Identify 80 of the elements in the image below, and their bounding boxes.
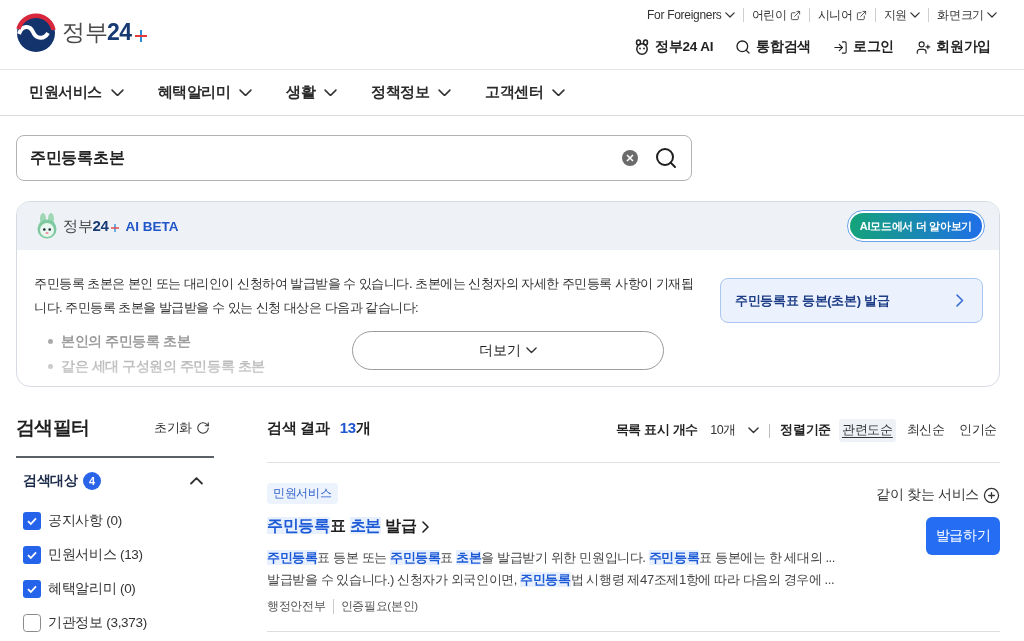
chevron-right-icon [422, 520, 430, 533]
result-description: 주민등록표 등본 또는 주민등록표 초본을 발급받기 위한 민원입니다. 주민등록표 등본에는 한 세대의 ... 발급받을 수 있습니다.) 신청자가 외국인이면, 주민등록법 시행령 제47조제1항에 따라 다음의 경우에 ... [267, 549, 837, 589]
results-count: 13개 [339, 419, 371, 438]
bullet-icon [48, 339, 53, 344]
nav-menu-item[interactable]: 민원서비스 [29, 83, 124, 102]
utility-link[interactable]: 시니어 [808, 8, 875, 22]
result-meta-text: 행정안전부 [267, 599, 327, 614]
checkbox-label[interactable]: 기관정보 (3,373) [48, 614, 147, 632]
ai-mode-button[interactable]: AI모드에서 더 알아보기 [846, 210, 985, 242]
plus-circle-icon [983, 486, 1000, 504]
chevron-down-icon [438, 88, 451, 97]
bullet-icon [48, 364, 53, 369]
issue-button[interactable]: 발급하기 [926, 517, 1000, 555]
plus-icon [110, 224, 119, 232]
logo-text[interactable]: 정부24 [62, 17, 132, 48]
checkbox[interactable] [23, 512, 41, 530]
external-link-icon [855, 9, 867, 21]
header-action-link[interactable]: 통합검색 [735, 38, 812, 56]
utility-link[interactable]: 어린이 [742, 8, 809, 22]
chevron-down-icon [110, 88, 124, 97]
bullet-text: 같은 세대 구성원의 주민등록 초본 [61, 357, 265, 376]
chevron-down-icon [552, 88, 565, 97]
sort-option[interactable]: 최신순 [903, 419, 948, 442]
utility-link[interactable]: 지원 [874, 8, 929, 22]
brand-text: 정부24 [63, 216, 109, 236]
ai-summary-text: 주민등록 초본은 본인 또는 대리인이 신청하여 발급받을 수 있습니다. 초본에는 신청자의 자세한 주민등록 사항이 기재됩니다. 주민등록 초본을 발급받을 수 있는 신청 대상은 다음과 같습니다: [34, 275, 695, 317]
filter-title: 검색필터 [16, 416, 90, 440]
header-action-link[interactable]: 회원가입 [916, 38, 991, 56]
bullet-text: 본인의 주민등록 초본 [61, 332, 191, 351]
more-button[interactable]: 더보기 [352, 331, 664, 370]
service-link-card[interactable]: 주민등록표 등본(초본) 발급 [720, 278, 983, 323]
external-link-icon [789, 9, 801, 21]
nav-menu-item[interactable]: 혜택알리미 [157, 83, 252, 102]
clear-icon[interactable] [622, 150, 638, 166]
search-icon [735, 39, 752, 55]
results-title: 검색 결과 [267, 419, 330, 438]
nav-menu-item[interactable]: 고객센터 [485, 83, 565, 102]
page-size-select[interactable]: 10개 [706, 422, 760, 439]
chevron-down-icon [724, 12, 735, 18]
filter-group-label: 검색대상 [23, 472, 78, 490]
chevron-down-icon [239, 88, 252, 97]
animal-face-icon [634, 39, 651, 55]
sort-option[interactable]: 관련도순 [838, 419, 896, 442]
page-size-label: 목록 표시 개수 [615, 422, 699, 439]
sort-option[interactable]: 인기순 [955, 419, 1000, 442]
checkbox[interactable] [23, 546, 41, 564]
user-plus-icon [916, 39, 932, 55]
chevron-down-icon [748, 427, 760, 434]
header-action-link[interactable]: 정부24 AI [634, 38, 714, 56]
chevron-up-icon[interactable] [190, 477, 203, 485]
emblem-logo-icon [16, 12, 56, 53]
utility-link[interactable]: 화면크기 [928, 8, 997, 22]
utility-link[interactable]: For Foreigners [639, 8, 743, 22]
chevron-down-icon [910, 12, 921, 18]
chevron-down-icon [525, 347, 537, 354]
checkbox-label[interactable]: 혜택알리미 (0) [48, 580, 136, 598]
checkbox[interactable] [23, 580, 41, 598]
header-action-link[interactable]: 로그인 [833, 38, 895, 56]
nav-menu-item[interactable]: 생활 [286, 83, 337, 102]
search-icon[interactable] [654, 146, 678, 170]
ai-beta-label: AI BETA [125, 218, 179, 234]
plus-icon [134, 29, 147, 42]
chevron-right-icon [956, 294, 964, 307]
sort-label: 정렬기준 [780, 422, 831, 439]
result-meta-text: 인증필요(본인) [332, 599, 425, 614]
checkbox-label[interactable]: 민원서비스 (13) [48, 546, 143, 564]
reset-button[interactable]: 초기화 [153, 419, 214, 437]
login-icon [833, 39, 849, 55]
chevron-down-icon [324, 88, 337, 97]
count-badge: 4 [82, 472, 101, 490]
checkbox-label[interactable]: 공지사항 (0) [48, 512, 122, 530]
chevron-down-icon [987, 12, 997, 18]
nav-menu-item[interactable]: 정책정보 [371, 83, 451, 102]
bunny-mascot-icon [36, 213, 58, 239]
category-tag: 민원서비스 [267, 483, 338, 504]
related-services-link[interactable]: 같이 찾는 서비스 [876, 486, 1000, 504]
result-title-link[interactable]: 주민등록표 초본 발급 [267, 516, 430, 537]
search-field[interactable]: 주민등록초본 [16, 135, 692, 181]
refresh-icon [196, 421, 210, 435]
checkbox[interactable] [23, 614, 41, 632]
